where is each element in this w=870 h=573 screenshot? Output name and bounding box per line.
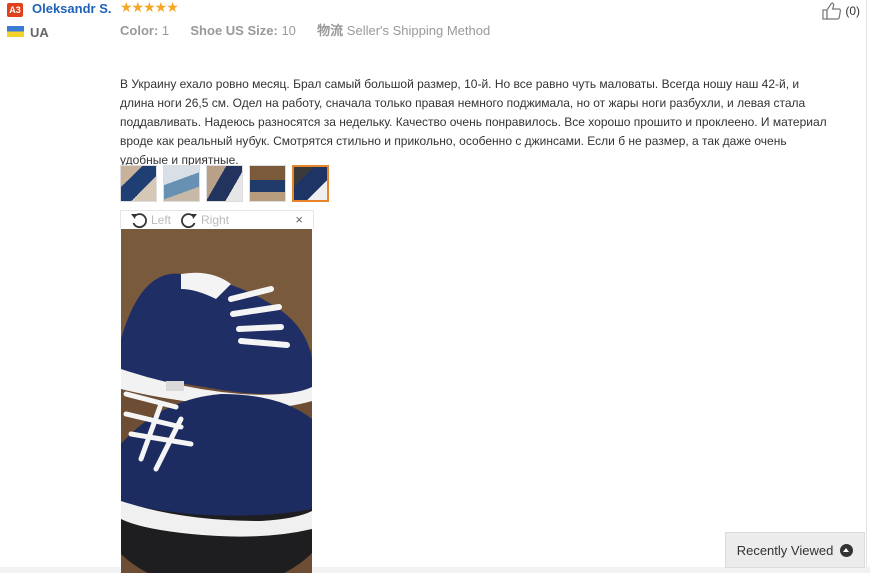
helpful-button[interactable]: (0) xyxy=(822,2,860,20)
thumbs-up-icon[interactable] xyxy=(822,2,842,20)
rotate-right-button[interactable]: Right xyxy=(179,211,229,229)
rotate-left-icon xyxy=(129,211,149,229)
page-right-border xyxy=(866,0,867,573)
shipping-value: Seller's Shipping Method xyxy=(346,23,491,38)
review-photo-enlarged xyxy=(121,229,312,573)
order-info: Color: 1 Shoe US Size: 10 物流 Seller's Sh… xyxy=(120,20,490,39)
photo-thumbnail[interactable] xyxy=(120,165,157,202)
reviewer-country: UA xyxy=(30,25,49,40)
color-value: 1 xyxy=(161,23,170,38)
chevron-up-icon xyxy=(840,543,854,557)
photo-thumbnails xyxy=(120,165,329,202)
photo-thumbnail[interactable] xyxy=(163,165,200,202)
helpful-count: (0) xyxy=(845,4,860,18)
rating-stars-icon: ★★★★★ xyxy=(120,0,179,15)
recently-viewed-label: Recently Viewed xyxy=(736,542,834,558)
size-value: 10 xyxy=(281,23,296,38)
color-label: Color: xyxy=(120,23,159,38)
photo-thumbnail[interactable] xyxy=(249,165,286,202)
rotate-left-label: Left xyxy=(151,213,172,227)
flag-icon xyxy=(7,26,24,37)
reviewer-name: Oleksandr S. xyxy=(32,1,112,16)
shipping-label: 物流 xyxy=(317,23,344,38)
recently-viewed-button[interactable]: Recently Viewed xyxy=(725,532,865,568)
size-label: Shoe US Size: xyxy=(190,23,278,38)
photo-thumbnail[interactable] xyxy=(206,165,243,202)
photo-thumbnail-active[interactable] xyxy=(292,165,329,202)
rotate-right-label: Right xyxy=(201,213,230,227)
review-text: В Украину ехало ровно месяц. Брал самый … xyxy=(120,77,827,167)
photo-viewer-toolbar: Left Right × xyxy=(120,210,314,229)
rotate-left-button[interactable]: Left xyxy=(129,211,171,229)
rotate-right-icon xyxy=(179,211,199,229)
buyer-level-badge: A3 xyxy=(7,3,23,17)
close-icon[interactable]: × xyxy=(295,212,303,227)
